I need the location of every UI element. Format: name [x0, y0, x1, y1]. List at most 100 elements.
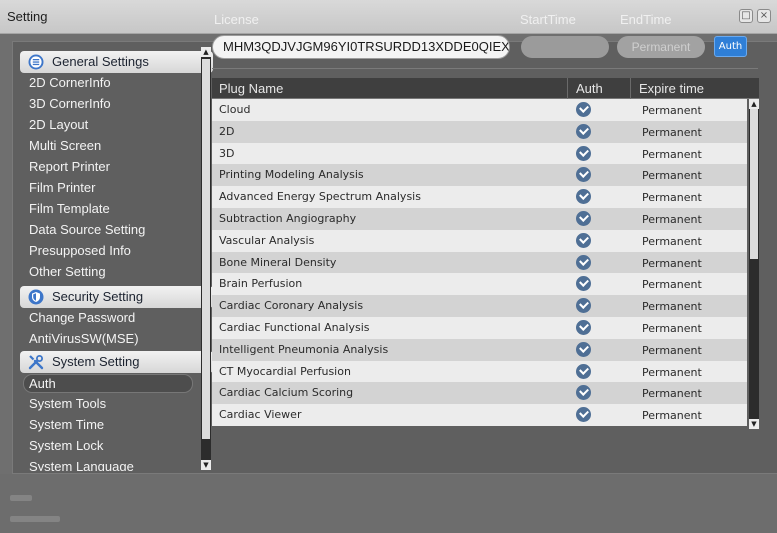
- expire-time: Permanent: [642, 147, 702, 161]
- sidebar-item-presupposed-info[interactable]: Presupposed Info: [29, 243, 131, 258]
- column-divider: [567, 78, 568, 99]
- license-label: License: [214, 12, 259, 27]
- sidebar-item-system-language[interactable]: System Language: [29, 459, 134, 471]
- plug-name: Bone Mineral Density: [219, 255, 337, 269]
- sidebar-scrollbar[interactable]: ▲ ▼: [201, 47, 211, 470]
- sidebar-item-auth[interactable]: Auth: [23, 374, 193, 393]
- start-time-label: StartTime: [520, 12, 576, 27]
- table-row[interactable]: Advanced Energy Spectrum Analysis Permane…: [212, 186, 747, 208]
- check-circle-icon: [576, 407, 591, 423]
- expire-time: Permanent: [642, 343, 702, 357]
- plug-name: Cardiac Coronary Analysis: [219, 299, 364, 313]
- blurred-text: [10, 495, 32, 501]
- plug-name: Cardiac Functional Analysis: [219, 320, 370, 334]
- column-auth[interactable]: Auth: [576, 81, 603, 96]
- sidebar-item-system-time[interactable]: System Time: [29, 417, 104, 432]
- table-row[interactable]: Cardiac Calcium Scoring Permanent: [212, 382, 747, 405]
- plug-name: 3D: [219, 146, 235, 160]
- check-circle-icon: [576, 363, 591, 379]
- close-icon[interactable]: ×: [757, 9, 771, 23]
- expire-time: Permanent: [642, 125, 702, 139]
- table-row[interactable]: Printing Modeling Analysis Permanent: [212, 164, 747, 187]
- table-header: Plug Name Auth Expire time: [212, 78, 759, 99]
- scroll-thumb[interactable]: [750, 109, 758, 259]
- table-row[interactable]: Brain Perfusion Permanent: [212, 273, 747, 296]
- start-time-field[interactable]: [521, 36, 609, 58]
- table-body: Cloud Permanent 2D Permanent 3D Permanent P…: [212, 99, 747, 426]
- sidebar-item-2d-layout[interactable]: 2D Layout: [29, 117, 88, 132]
- sidebar-item-2d-cornerinfo[interactable]: 2D CornerInfo: [29, 75, 111, 90]
- check-circle-icon: [576, 210, 591, 226]
- table-row[interactable]: Intelligent Pneumonia Analysis Permanent: [212, 338, 747, 361]
- sidebar-item-3d-cornerinfo[interactable]: 3D CornerInfo: [29, 96, 111, 111]
- expire-time: Permanent: [642, 191, 702, 205]
- check-circle-icon: [576, 319, 591, 335]
- check-circle-icon: [576, 254, 591, 270]
- section-label: System Setting: [52, 354, 140, 369]
- expire-time: Permanent: [642, 409, 702, 423]
- check-circle-icon: [576, 341, 591, 357]
- sidebar-item-film-template[interactable]: Film Template: [29, 201, 110, 216]
- sidebar-item-report-printer[interactable]: Report Printer: [29, 159, 110, 174]
- plug-name: Cardiac Calcium Scoring: [219, 386, 354, 400]
- restore-icon[interactable]: □: [739, 9, 753, 23]
- sidebar-item-system-tools[interactable]: System Tools: [29, 396, 106, 411]
- plug-name: Brain Perfusion: [219, 277, 303, 291]
- plug-name: CT Myocardial Perfusion: [219, 364, 351, 378]
- tools-icon: [28, 355, 44, 370]
- check-circle-icon: [576, 145, 591, 161]
- check-circle-icon: [576, 102, 591, 117]
- sidebar-item-multi-screen[interactable]: Multi Screen: [29, 138, 101, 153]
- section-security-setting[interactable]: Security Setting: [20, 286, 213, 308]
- sidebar-item-antivirus[interactable]: AntiVirusSW(MSE): [29, 331, 139, 346]
- table-row[interactable]: Subtraction Angiography Permanent: [212, 207, 747, 230]
- table-row[interactable]: Vascular Analysis Permanent: [212, 229, 747, 252]
- section-general-settings[interactable]: General Settings: [20, 51, 213, 73]
- plug-name: Subtraction Angiography: [219, 211, 357, 225]
- scroll-down-arrow-icon[interactable]: ▼: [749, 419, 759, 429]
- table-row[interactable]: 3D Permanent: [212, 142, 747, 165]
- expire-time: Permanent: [642, 169, 702, 183]
- plug-name: 2D: [219, 124, 235, 138]
- sidebar-item-film-printer[interactable]: Film Printer: [29, 180, 95, 195]
- end-time-label: EndTime: [620, 12, 672, 27]
- check-circle-icon: [576, 276, 591, 292]
- section-system-setting[interactable]: System Setting: [20, 351, 213, 373]
- column-plug-name[interactable]: Plug Name: [219, 81, 283, 96]
- table-row[interactable]: Cardiac Viewer Permanent: [212, 404, 747, 426]
- expire-time: Permanent: [642, 212, 702, 226]
- expire-time: Permanent: [642, 365, 702, 379]
- plug-name: Printing Modeling Analysis: [219, 168, 364, 182]
- table-row[interactable]: CT Myocardial Perfusion Permanent: [212, 360, 747, 383]
- section-label: Security Setting: [52, 289, 144, 304]
- check-circle-icon: [576, 385, 591, 401]
- scroll-thumb[interactable]: [202, 59, 210, 439]
- scroll-up-arrow-icon[interactable]: ▲: [749, 99, 759, 109]
- scroll-up-arrow-icon[interactable]: ▲: [201, 47, 211, 57]
- check-circle-icon: [576, 189, 591, 205]
- license-key-field[interactable]: MHM3QDJVJGM96YI0TRSURDD13XDDE0QIEX...: [212, 35, 510, 59]
- expire-time: Permanent: [642, 387, 702, 401]
- sidebar-item-data-source-setting[interactable]: Data Source Setting: [29, 222, 145, 237]
- sidebar-item-other-setting[interactable]: Other Setting: [29, 264, 106, 279]
- table-row[interactable]: 2D Permanent: [212, 120, 747, 143]
- plug-name: Intelligent Pneumonia Analysis: [219, 342, 389, 356]
- table-row[interactable]: Cloud Permanent: [212, 99, 747, 121]
- sidebar-item-change-password[interactable]: Change Password: [29, 310, 135, 325]
- shield-icon: [28, 289, 44, 305]
- plug-name: Vascular Analysis: [219, 233, 315, 247]
- table-row[interactable]: Cardiac Functional Analysis Permanent: [212, 316, 747, 339]
- expire-time: Permanent: [642, 300, 702, 314]
- blurred-text: [10, 516, 60, 522]
- auth-button[interactable]: Auth: [714, 36, 747, 57]
- table-row[interactable]: Bone Mineral Density Permanent: [212, 251, 747, 274]
- table-scrollbar[interactable]: ▲ ▼: [749, 99, 759, 429]
- sidebar-item-system-lock[interactable]: System Lock: [29, 438, 103, 453]
- end-time-field[interactable]: Permanent: [617, 36, 705, 58]
- section-label: General Settings: [52, 54, 149, 69]
- table-row[interactable]: Cardiac Coronary Analysis Permanent: [212, 295, 747, 317]
- plug-name: Advanced Energy Spectrum Analysis: [219, 190, 421, 204]
- scroll-down-arrow-icon[interactable]: ▼: [201, 460, 211, 470]
- column-expire-time[interactable]: Expire time: [639, 81, 704, 96]
- status-footer: [0, 474, 777, 533]
